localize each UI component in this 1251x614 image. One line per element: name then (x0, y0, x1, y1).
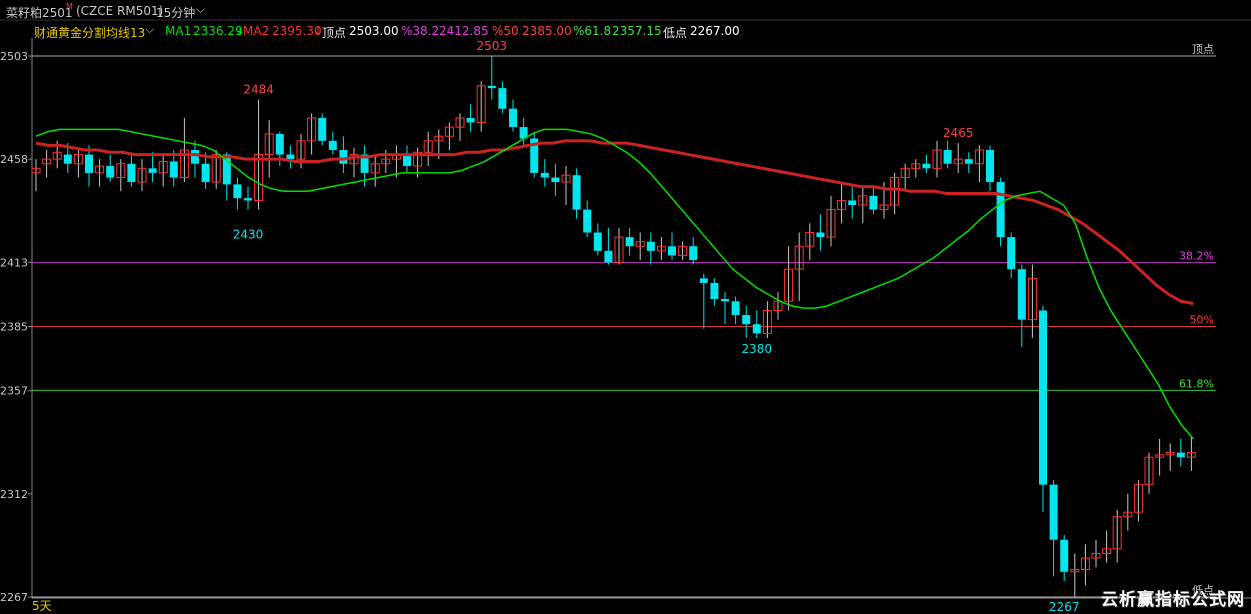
y-tick-label: 2503 (0, 50, 28, 63)
candle-body-down (996, 182, 1005, 238)
price-annotation: 2484 (243, 83, 274, 97)
candle-body-down (604, 250, 613, 263)
price-annotation: 2430 (233, 227, 264, 241)
symbol-superscript: M (66, 2, 73, 11)
candle-body-down (551, 177, 560, 183)
y-tick-label: 2267 (0, 591, 28, 604)
candle-body-down (1176, 452, 1185, 458)
candle-body-down (275, 133, 284, 155)
candle-body-down (127, 163, 136, 183)
indicator-info-bar: 财通黄金分割均线13 ⌵ MA1 2336.29 ↓ MA2 2395.30 ↓… (0, 22, 1251, 40)
price-annotation: 2380 (742, 342, 773, 356)
candle-body-down (201, 163, 210, 183)
candle-body-down (509, 108, 517, 128)
candle-body-down (752, 324, 761, 334)
chevron-down-icon[interactable]: ⌵ (196, 2, 205, 17)
candle-body-down (646, 241, 655, 251)
candle-body-down (943, 149, 952, 164)
candle-body-down (1039, 310, 1047, 485)
candle-body-down (742, 315, 751, 325)
candle-body-down (922, 163, 931, 169)
candle-body-down (699, 278, 708, 283)
contract-code: (CZCE RM501) (76, 4, 164, 18)
fib-level-label: 顶点 (1192, 43, 1214, 56)
price-annotation: 2465 (943, 126, 974, 140)
price-annotation: 2503 (477, 39, 508, 53)
chart-header: 菜籽粕2501 M (CZCE RM501) 15分钟 ⌵ (0, 0, 1251, 20)
indicator-name[interactable]: 财通黄金分割均线13 (34, 24, 145, 41)
candle-body-down (233, 184, 242, 199)
candle-body-down (169, 161, 178, 178)
fib50-label: %50 (492, 24, 519, 38)
period-days-label: 5天 (32, 599, 52, 613)
candle-body-down (964, 159, 973, 164)
candle-body-down (869, 195, 878, 210)
watermark: 云析赢指标公式网 (1101, 590, 1245, 610)
candle-body-down (1017, 269, 1026, 320)
candle-body-down (328, 140, 337, 150)
y-tick-label: 2312 (0, 488, 28, 501)
candle-body-down (625, 237, 634, 247)
candle-body-down (986, 149, 994, 183)
candle-body-down (1060, 539, 1069, 572)
candle-body-down (689, 246, 698, 261)
candle-body-down (540, 172, 549, 178)
candle-body-down (487, 85, 496, 89)
fib382-value: 2412.85 (439, 24, 489, 38)
period-selector[interactable]: 15分钟 (156, 4, 195, 21)
candle-body-down (191, 149, 199, 164)
fib618-value: 2357.15 (612, 24, 662, 38)
y-tick-label: 2385 (0, 321, 28, 334)
chevron-down-icon[interactable]: ⌵ (145, 22, 154, 37)
ma2-label: MA2 (243, 24, 270, 38)
low-label: 低点 (663, 26, 688, 40)
candle-body-down (466, 117, 475, 123)
candle-body-down (593, 232, 602, 251)
candle-body-down (1007, 237, 1016, 270)
candle-body-down (668, 246, 676, 256)
top-label: 顶点 (322, 26, 347, 40)
candle-body-down (403, 154, 411, 167)
fib382-label: %38.2 (401, 24, 440, 38)
candle-body-down (816, 232, 825, 238)
fib-level-label: 50% (1190, 314, 1214, 327)
candle-body-down (1049, 484, 1058, 540)
candle-body-down (731, 301, 740, 316)
candle-body-down (318, 117, 327, 141)
candle-body-down (572, 175, 581, 210)
candle-body-down (339, 149, 348, 164)
price-annotation: 2267 (1049, 600, 1080, 613)
candle-body-down (106, 166, 115, 178)
candle-body-down (583, 209, 592, 233)
candle-body-down (848, 200, 857, 206)
y-tick-label: 2357 (0, 385, 28, 398)
low-value: 2267.00 (690, 24, 740, 38)
y-tick-label: 2458 (0, 153, 28, 166)
ma1-label: MA1 (165, 24, 192, 38)
candle-body-down (710, 282, 719, 299)
candle-body-down (85, 154, 93, 173)
candle-body-down (286, 154, 295, 160)
top-value: 2503.00 (349, 24, 399, 38)
y-tick-label: 2413 (0, 256, 28, 269)
candle-body-down (498, 88, 507, 109)
fib-level-label: 61.8% (1179, 377, 1214, 390)
symbol-name[interactable]: 菜籽粕2501 (6, 4, 73, 21)
candle-body-down (721, 298, 729, 302)
candle-body-down (148, 168, 157, 173)
fib-level-label: 38.2% (1179, 250, 1214, 263)
candle-body-down (244, 198, 252, 201)
fib618-label: %61.8 (573, 24, 612, 38)
fib50-value: 2385.00 (522, 24, 572, 38)
candlestick-chart: 2503 2458 2413 2385 2357 2312 2267 顶点 38.2% 50% 61… (0, 19, 1251, 613)
candle-body-down (63, 154, 72, 164)
